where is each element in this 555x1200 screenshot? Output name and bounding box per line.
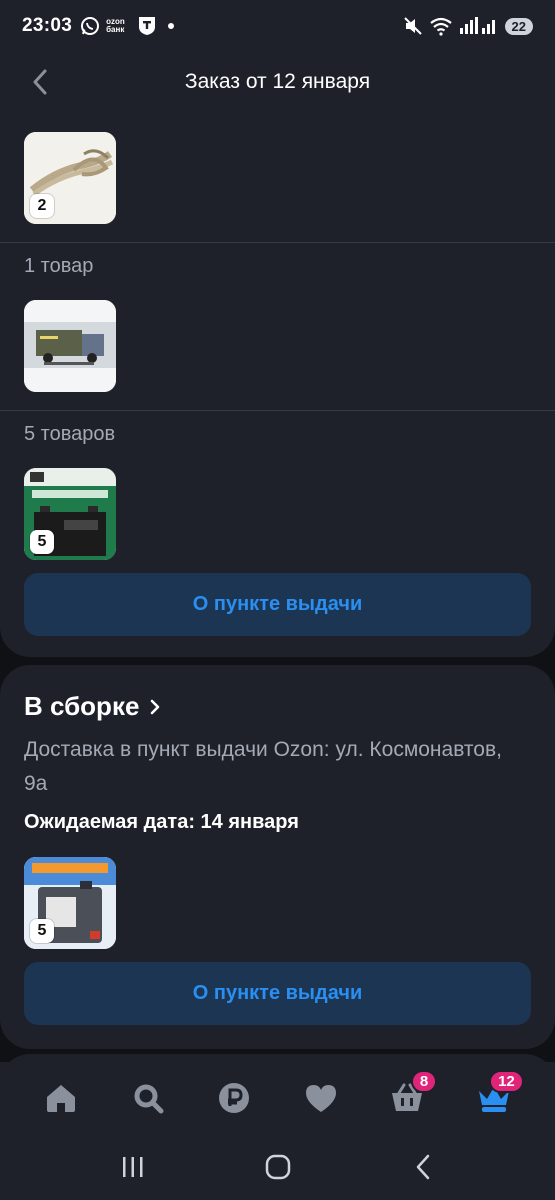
nav-favorites[interactable] [299, 1076, 343, 1120]
bottom-nav: 8 12 [0, 1062, 555, 1134]
group-label: 1 товар [24, 255, 94, 277]
delivery-address: Доставка в пункт выдачи Ozon: ул. Космон… [24, 738, 502, 795]
nav-search[interactable] [126, 1076, 170, 1120]
ruble-icon [219, 1083, 250, 1113]
product-canister-thumbnail[interactable]: 5 [24, 857, 116, 949]
quantity-badge: 5 [30, 919, 54, 943]
pickup-point-button[interactable]: О пункте выдачи [24, 962, 531, 1025]
product-truck-cover-thumbnail[interactable] [24, 300, 116, 392]
profile-badge: 12 [489, 1070, 524, 1093]
chevron-left-icon [33, 69, 47, 95]
order-header: Заказ от 12 января [0, 52, 555, 112]
system-back-button[interactable] [403, 1147, 443, 1187]
pickup-point-button[interactable]: О пункте выдачи [24, 573, 531, 636]
nav-finance[interactable] [212, 1076, 256, 1120]
ozon-bank-icon: ozon банк [106, 17, 125, 34]
whatsapp-icon [80, 16, 100, 36]
home-circle-icon [265, 1154, 290, 1180]
signal-icon [459, 16, 499, 36]
status-time: 23:03 [22, 15, 73, 36]
chevron-right-icon [151, 699, 160, 714]
divider [0, 242, 555, 243]
home-button[interactable] [258, 1147, 298, 1187]
divider [0, 410, 555, 411]
heart-icon [305, 1085, 336, 1112]
nav-cart[interactable]: 8 [385, 1070, 438, 1120]
battery-indicator: 22 [504, 17, 533, 35]
status-bar: 23:03 ozon банк 22 [0, 0, 555, 52]
recent-apps-icon [122, 1157, 142, 1177]
page-title: Заказ от 12 января [184, 70, 371, 93]
screen: 23:03 ozon банк 22 Заказ от 12 января 2 … [0, 0, 555, 1200]
recent-apps-button[interactable] [113, 1147, 153, 1187]
home-icon [47, 1085, 76, 1112]
expected-date: Ожидаемая дата: 14 января [24, 811, 299, 833]
product-battery-thumbnail[interactable]: 5 [24, 468, 116, 560]
nav-profile[interactable]: 12 [472, 1070, 524, 1120]
order-card: 2 1 товар 5 товаров 5 О пункте выдачи [0, 112, 555, 657]
search-icon [134, 1084, 164, 1114]
group-label: 5 товаров [24, 423, 116, 445]
assembly-card: В сборке Доставка в пункт выдачи Ozon: у… [0, 665, 555, 1049]
quantity-badge: 2 [30, 194, 54, 218]
wifi-icon [429, 16, 453, 36]
mute-icon [403, 16, 423, 36]
quantity-badge: 5 [30, 530, 54, 554]
truck-cover-image [24, 300, 116, 392]
nav-home[interactable] [39, 1076, 83, 1120]
back-button[interactable] [28, 68, 52, 96]
more-notifications-dot [168, 23, 175, 29]
status-label: В сборке [24, 691, 140, 721]
back-arrow-icon [416, 1154, 429, 1180]
cart-badge: 8 [410, 1070, 438, 1093]
system-navigation [0, 1134, 555, 1200]
shipment-status[interactable]: В сборке [24, 691, 161, 722]
t-bank-icon [138, 16, 156, 36]
notification-icons: ozon банк [80, 16, 175, 36]
system-icons: 22 [403, 16, 533, 36]
product-rope-thumbnail[interactable]: 2 [24, 132, 116, 224]
